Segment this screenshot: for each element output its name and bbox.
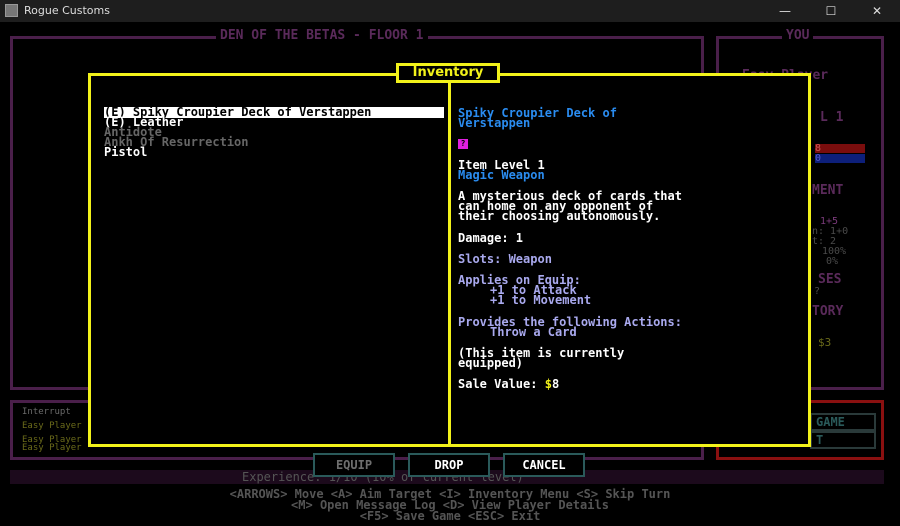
map-header: DEN OF THE BETAS - FLOOR 1 — [216, 28, 428, 43]
stat-line-5: 0% — [826, 256, 839, 267]
equipped-line-2: equipped) — [458, 356, 524, 370]
player-level: L 1 — [820, 110, 844, 125]
item-slots: Slots: Weapon — [458, 252, 552, 266]
save-game-button[interactable]: GAME — [810, 413, 876, 431]
sale-amount: 8 — [551, 377, 560, 391]
applies-line-2: +1 to Movement — [490, 293, 592, 307]
player-panel-header: YOU — [782, 28, 814, 43]
sale-label: Sale Value: — [458, 377, 545, 391]
item-description-line-3: their choosing autonomously. — [458, 209, 661, 223]
mp-bar — [815, 154, 865, 163]
cancel-button[interactable]: CANCEL — [503, 453, 585, 477]
window-titlebar: Rogue Customs — ☐ ✕ — [0, 0, 900, 22]
app-icon — [5, 4, 18, 17]
window-title: Rogue Customs — [24, 4, 110, 17]
statuses-header: SES — [818, 272, 842, 287]
item-damage: Damage: 1 — [458, 231, 524, 245]
status-line: ? — [814, 286, 821, 297]
gold-value: $3 — [818, 336, 832, 349]
item-type: Magic Weapon — [458, 168, 545, 182]
item-name-line-2: Verstappen — [458, 116, 531, 130]
item-icon: ? — [458, 139, 468, 149]
minimize-button[interactable]: — — [762, 0, 808, 22]
sale-currency: $ — [544, 377, 552, 391]
mp-value: 0 — [815, 153, 822, 164]
drop-button[interactable]: DROP — [408, 453, 490, 477]
provides-line-1: Throw a Card — [490, 325, 577, 339]
log-line: Easy Player — [22, 421, 82, 431]
equipment-header: MENT — [812, 183, 844, 198]
log-line: Easy Player — [22, 443, 82, 453]
close-button[interactable]: ✕ — [854, 0, 900, 22]
inventory-divider — [448, 73, 451, 447]
help-line-3: <F5> Save Game <ESC> Exit — [359, 509, 541, 523]
maximize-button[interactable]: ☐ — [808, 0, 854, 22]
inventory-title: Inventory — [396, 63, 500, 83]
inventory-header: TORY — [812, 304, 844, 319]
inventory-item[interactable]: Pistol — [104, 146, 444, 158]
sale-value: Sale Value: $8 — [458, 377, 560, 391]
log-line: Interrupt — [22, 407, 71, 417]
equip-button[interactable]: EQUIP — [313, 453, 395, 477]
hp-bar — [815, 144, 865, 153]
exit-button[interactable]: T — [810, 431, 876, 449]
